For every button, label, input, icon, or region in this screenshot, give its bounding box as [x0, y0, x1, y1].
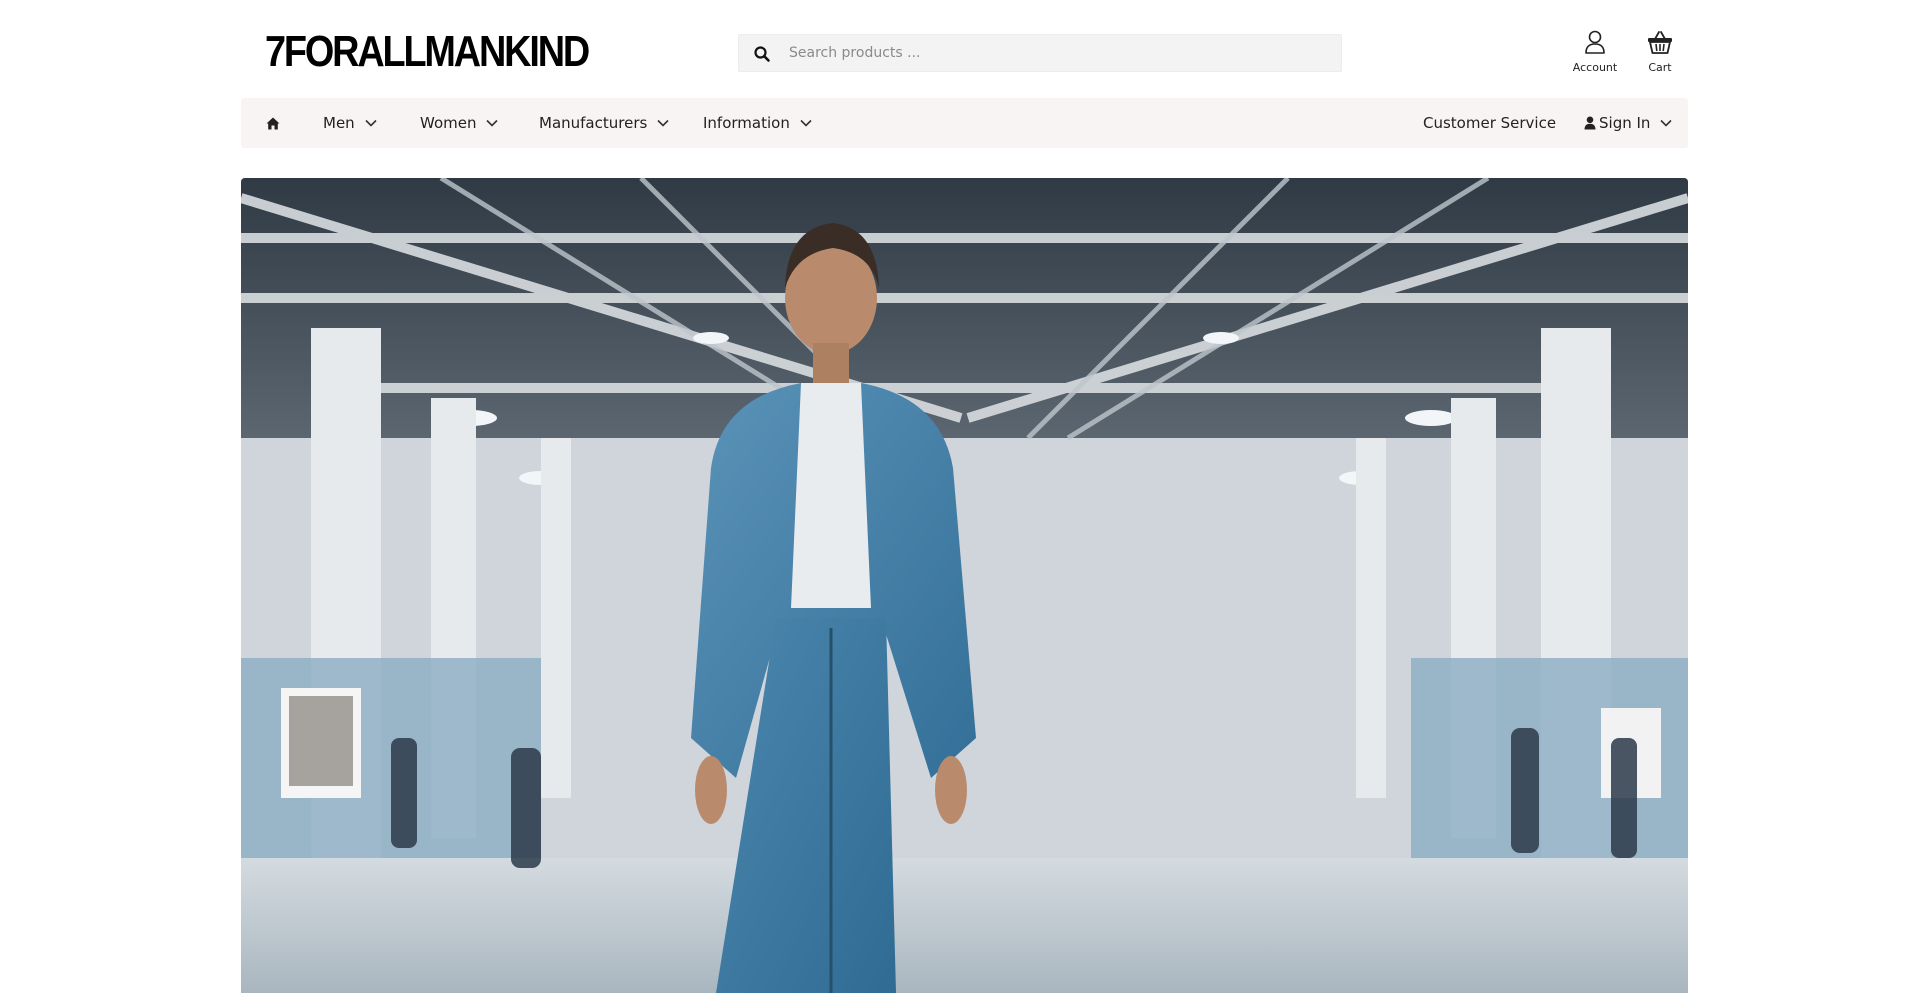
nav-item-label: Manufacturers — [539, 114, 648, 132]
nav-item-women[interactable]: Women — [420, 98, 499, 148]
cart-label: Cart — [1648, 61, 1672, 74]
nav-item-men[interactable]: Men — [323, 98, 377, 148]
nav-home[interactable] — [263, 98, 283, 148]
nav-item-label: Men — [323, 114, 355, 132]
search-bar — [738, 34, 1342, 72]
nav-customer-service[interactable]: Customer Service — [1423, 98, 1556, 148]
chevron-down-icon — [486, 119, 499, 127]
nav-item-information[interactable]: Information — [703, 98, 812, 148]
account-button[interactable]: Account — [1565, 28, 1625, 80]
nav-item-manufacturers[interactable]: Manufacturers — [539, 98, 669, 148]
nav-sign-in[interactable]: Sign In — [1584, 98, 1672, 148]
chevron-down-icon — [657, 119, 669, 127]
nav-item-label: Information — [703, 114, 790, 132]
chevron-down-icon — [1660, 119, 1672, 127]
nav-item-label: Women — [420, 114, 477, 132]
hero-image — [241, 178, 1688, 993]
brand-logo[interactable]: 7FORALLMANKIND — [265, 24, 590, 80]
sign-in-label: Sign In — [1599, 114, 1651, 132]
account-label: Account — [1572, 61, 1618, 74]
user-icon — [1584, 116, 1596, 130]
search-icon[interactable] — [753, 45, 771, 63]
search-input[interactable] — [789, 35, 1329, 71]
site-header: 7FORALLMANKIND Account Cart — [0, 0, 1920, 98]
main-navigation: Men Women Manufacturers Information Cust… — [241, 98, 1688, 148]
user-outline-icon — [1585, 30, 1605, 54]
chevron-down-icon — [365, 119, 377, 127]
hero-banner[interactable] — [241, 178, 1688, 993]
customer-service-label: Customer Service — [1423, 114, 1557, 132]
cart-button[interactable]: Cart — [1630, 28, 1690, 80]
home-icon — [266, 117, 280, 129]
chevron-down-icon — [800, 119, 812, 127]
basket-icon — [1648, 31, 1672, 54]
